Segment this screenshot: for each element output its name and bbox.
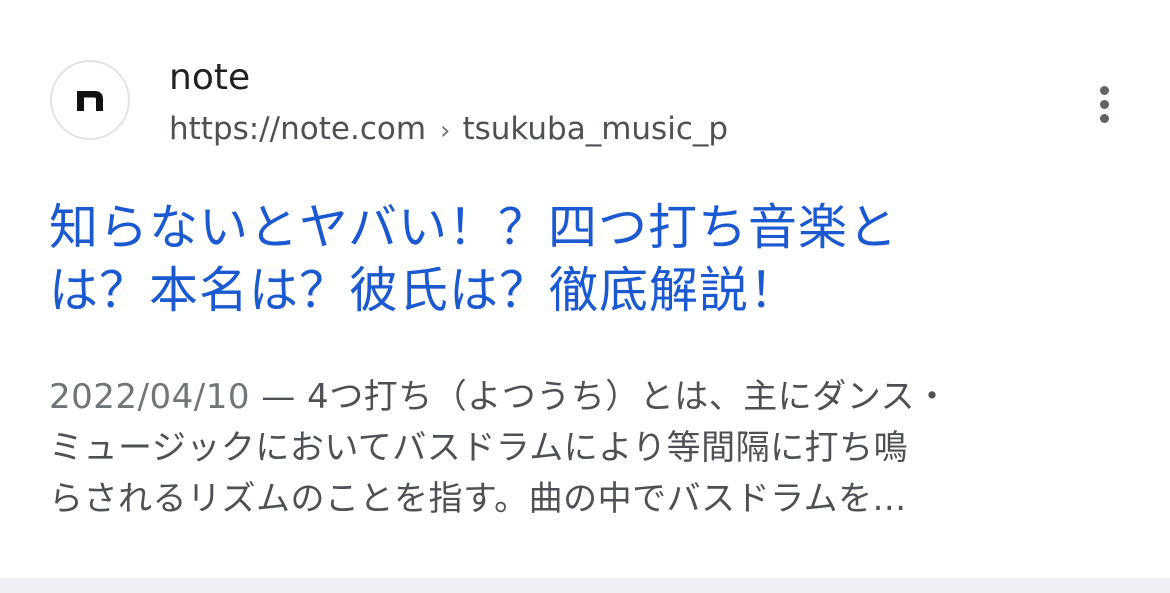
result-title-link[interactable]: 知らないとヤバい！？四つ打ち音楽と は？本名は？彼氏は？徹底解説！ xyxy=(49,196,1129,322)
site-favicon[interactable] xyxy=(50,60,130,140)
date-dash: — xyxy=(249,377,308,417)
more-vert-icon-dot xyxy=(1099,99,1109,109)
search-result-card: note https://note.com › tsukuba_music_p 知ら… xyxy=(0,0,1170,578)
snippet-line-1: 4つ打ち（よつうち）とは、主にダンス・ xyxy=(307,377,950,417)
url-path: tsukuba_music_p xyxy=(462,111,729,147)
result-divider xyxy=(0,578,1170,593)
site-name[interactable]: note xyxy=(169,58,250,98)
url-domain: https://note.com xyxy=(169,111,427,147)
result-title-line-1: 知らないとヤバい！？四つ打ち音楽と xyxy=(49,199,899,256)
snippet-line-3: らされるリズムのことを指す。曲の中でバスドラムを... xyxy=(49,479,907,519)
result-title-line-2: は？本名は？彼氏は？徹底解説！ xyxy=(49,262,800,319)
snippet-line-2: ミュージックにおいてバスドラムにより等間隔に打ち鳴 xyxy=(49,428,909,468)
more-options-button[interactable] xyxy=(1084,80,1124,128)
note-logo-icon xyxy=(77,91,103,111)
result-snippet: 2022/04/10 — 4つ打ち（よつうち）とは、主にダンス・ミュージックにお… xyxy=(49,372,1129,525)
site-url-breadcrumb[interactable]: https://note.com › tsukuba_music_p xyxy=(169,110,728,150)
more-vert-icon-dot xyxy=(1099,113,1109,123)
result-date: 2022/04/10 xyxy=(49,377,250,417)
more-vert-icon xyxy=(1099,85,1109,95)
breadcrumb-separator-icon: › xyxy=(440,116,451,146)
